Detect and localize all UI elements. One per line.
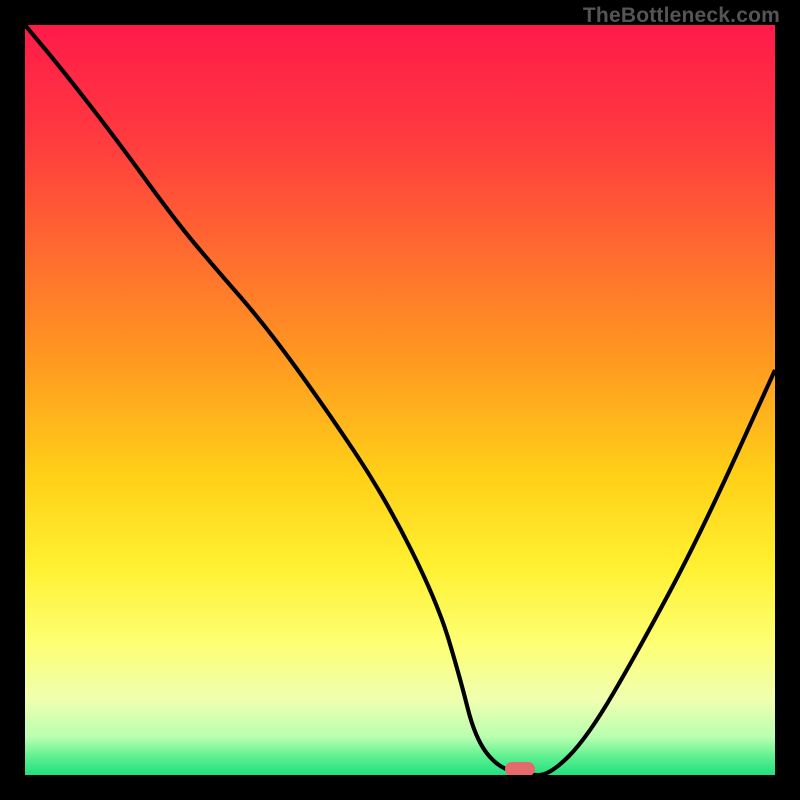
plot-area — [25, 25, 775, 775]
watermark-text: TheBottleneck.com — [583, 4, 780, 28]
optimal-point-marker — [505, 762, 535, 775]
bottleneck-curve — [25, 25, 775, 775]
chart-frame: TheBottleneck.com — [0, 0, 800, 800]
